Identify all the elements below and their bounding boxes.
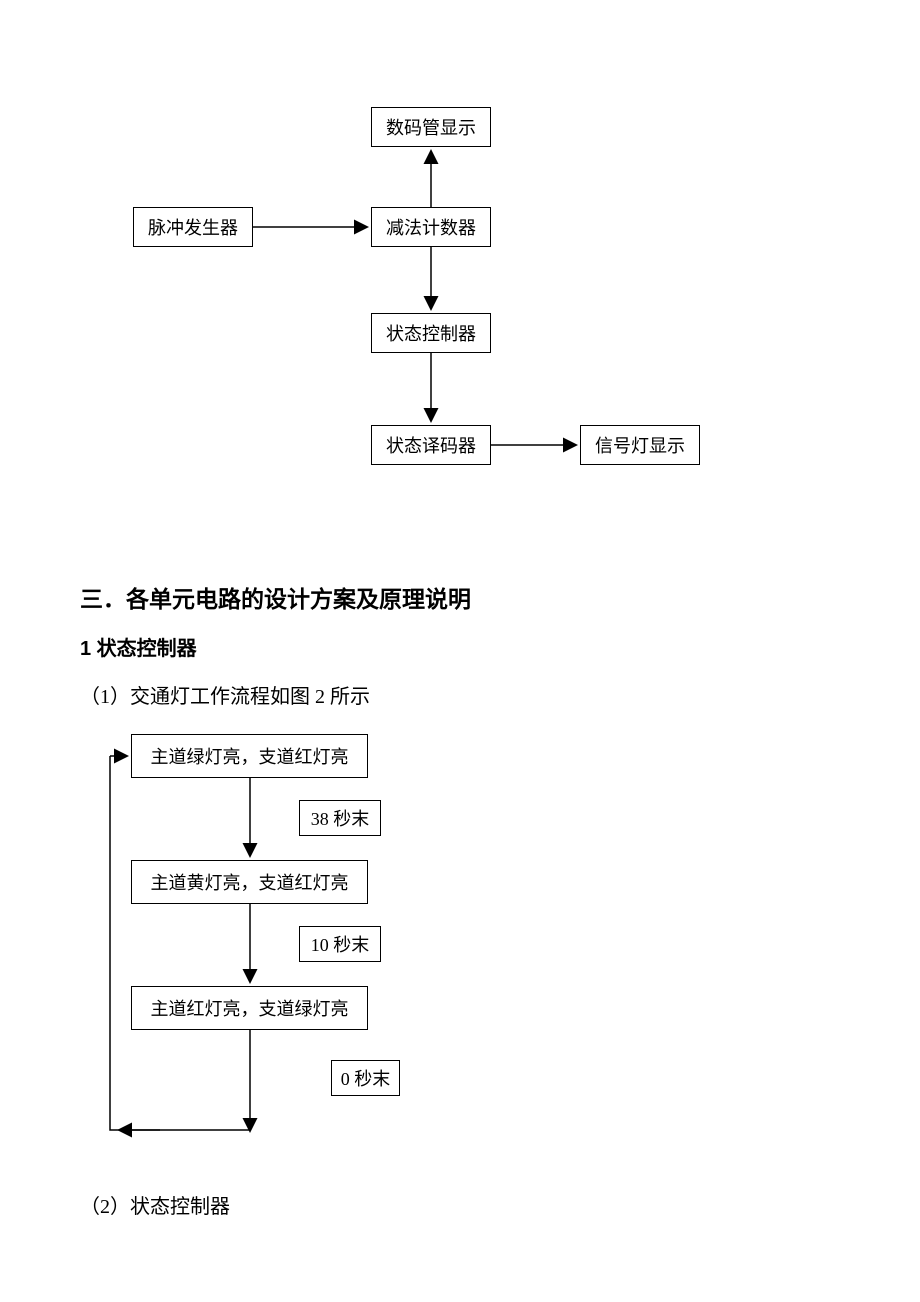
box-display: 数码管显示 [371,107,491,147]
state-3: 主道红灯亮，支道绿灯亮 [131,986,368,1030]
time-2: 10 秒末 [299,926,381,962]
subsection-heading-text: 1 状态控制器 [80,638,197,660]
box-state-ctrl-label: 状态控制器 [386,320,476,346]
box-counter: 减法计数器 [371,207,491,247]
box-signal-out: 信号灯显示 [580,425,700,465]
paragraph-2: （2）状态控制器 [80,1190,230,1219]
box-state-ctrl: 状态控制器 [371,313,491,353]
state-1: 主道绿灯亮，支道红灯亮 [131,734,368,778]
box-signal-out-label: 信号灯显示 [595,432,685,458]
paragraph-2-text: （2）状态控制器 [80,1196,230,1218]
time-1-label: 38 秒末 [311,805,370,831]
time-2-label: 10 秒末 [311,931,370,957]
state-2: 主道黄灯亮，支道红灯亮 [131,860,368,904]
box-pulse: 脉冲发生器 [133,207,253,247]
section-heading: 三．各单元电路的设计方案及原理说明 [80,580,471,614]
box-counter-label: 减法计数器 [386,214,476,240]
box-display-label: 数码管显示 [386,114,476,140]
page-canvas: 数码管显示 脉冲发生器 减法计数器 状态控制器 状态译码器 信号灯显示 三．各单… [0,0,920,1302]
box-decoder-label: 状态译码器 [386,432,476,458]
time-3-label: 0 秒末 [341,1065,391,1091]
box-decoder: 状态译码器 [371,425,491,465]
state-1-label: 主道绿灯亮，支道红灯亮 [151,743,349,769]
box-pulse-label: 脉冲发生器 [148,214,238,240]
paragraph-1-text: （1）交通灯工作流程如图 2 所示 [80,686,370,708]
subsection-heading: 1 状态控制器 [80,632,197,661]
time-3: 0 秒末 [331,1060,400,1096]
time-1: 38 秒末 [299,800,381,836]
paragraph-1: （1）交通灯工作流程如图 2 所示 [80,680,370,709]
section-heading-text: 三．各单元电路的设计方案及原理说明 [80,586,471,612]
state-2-label: 主道黄灯亮，支道红灯亮 [151,869,349,895]
state-3-label: 主道红灯亮，支道绿灯亮 [151,995,349,1021]
